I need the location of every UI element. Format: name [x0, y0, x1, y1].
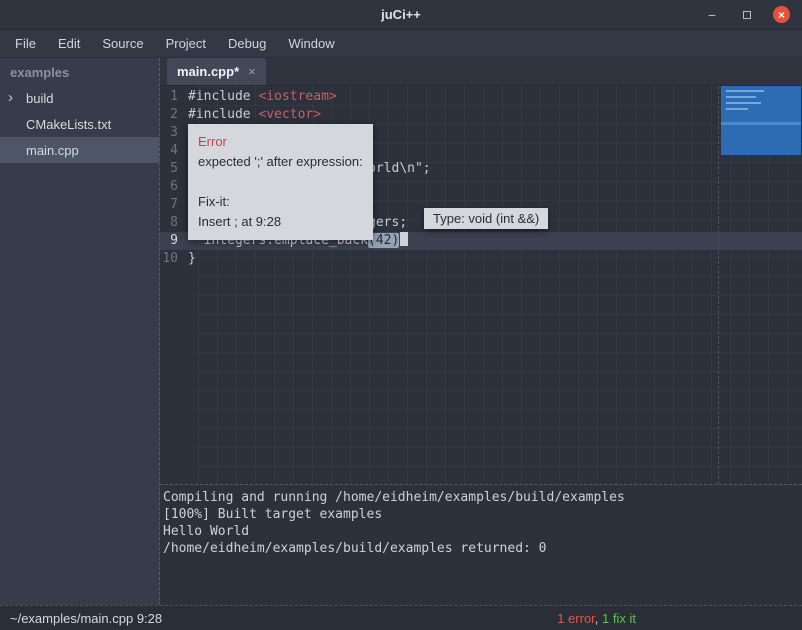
type-tooltip: Type: void (int &&)	[424, 208, 548, 229]
overview-map-band	[721, 122, 801, 125]
code-line-1[interactable]: 1#include <iostream>	[160, 88, 802, 106]
tree-item-label: build	[26, 91, 53, 106]
line-number: 6	[160, 178, 186, 196]
overview-map-line	[726, 90, 764, 92]
line-number: 1	[160, 88, 186, 106]
line-number: 10	[160, 250, 186, 268]
menu-edit[interactable]: Edit	[47, 31, 91, 56]
error-title: Error	[198, 132, 363, 152]
menu-debug[interactable]: Debug	[217, 31, 277, 56]
terminal-line: /home/eidheim/examples/build/examples re…	[163, 540, 802, 557]
overview-map[interactable]	[721, 86, 801, 155]
status-bar: ~/examples/main.cpp 9:28 1 error, 1 fix …	[0, 605, 802, 630]
chevron-right-icon: ›	[8, 91, 22, 105]
terminal-output[interactable]: Compiling and running /home/eidheim/exam…	[160, 484, 802, 605]
maximize-icon	[743, 11, 751, 19]
status-fixit-count: 1 fix it	[602, 611, 636, 626]
line-number: 4	[160, 142, 186, 160]
status-separator: ,	[595, 611, 602, 626]
line-number: 3	[160, 124, 186, 142]
tab-main-cpp[interactable]: main.cpp* ×	[167, 58, 266, 85]
right-margin-line	[718, 86, 719, 484]
menu-project[interactable]: Project	[155, 31, 217, 56]
line-number: 7	[160, 196, 186, 214]
code-text: #include <vector>	[186, 106, 321, 124]
text-cursor	[400, 232, 408, 246]
menu-source[interactable]: Source	[91, 31, 154, 56]
status-error-count: 1 error	[557, 611, 595, 626]
tab-close-icon[interactable]: ×	[248, 64, 256, 79]
tree-item-label: main.cpp	[26, 143, 79, 158]
overview-map-line	[726, 102, 761, 104]
overview-map-line	[726, 108, 748, 110]
line-number: 5	[160, 160, 186, 178]
code-line-2[interactable]: 2#include <vector>	[160, 106, 802, 124]
diagnostic-tooltip: Error expected ';' after expression: Fix…	[188, 124, 373, 240]
code-text: }	[186, 250, 196, 268]
terminal-line: Compiling and running /home/eidheim/exam…	[163, 489, 802, 506]
code-editor[interactable]: 1#include <iostream>2#include <vector>34…	[160, 86, 802, 484]
maximize-button[interactable]	[738, 6, 756, 24]
body-panes: examples › build CMakeLists.txt main.cpp ma…	[0, 58, 802, 605]
project-name-header: examples	[0, 58, 159, 85]
fixit-label: Fix-it:	[198, 192, 363, 212]
status-diagnostics: 1 error, 1 fix it	[557, 611, 636, 626]
tab-label: main.cpp*	[177, 64, 239, 79]
tree-item-cmakelists-txt[interactable]: CMakeLists.txt	[0, 111, 159, 137]
file-tree: › build CMakeLists.txt main.cpp	[0, 85, 159, 163]
overview-map-line	[726, 96, 756, 98]
line-number: 8	[160, 214, 186, 232]
minimize-icon: −	[708, 7, 716, 23]
close-button[interactable]: ×	[773, 6, 790, 23]
tree-item-label: CMakeLists.txt	[26, 117, 111, 132]
menu-file[interactable]: File	[4, 31, 47, 56]
main-pane: main.cpp* × 1#include <iostream>2#includ…	[160, 58, 802, 605]
juci-window: juCi++ − × FileEditSourceProjectDebugWin…	[0, 0, 802, 630]
terminal-line: [100%] Built target examples	[163, 506, 802, 523]
line-number: 2	[160, 106, 186, 124]
minimize-button[interactable]: −	[703, 6, 721, 24]
menu-window[interactable]: Window	[277, 31, 345, 56]
status-file-position: ~/examples/main.cpp 9:28	[10, 611, 162, 626]
line-number: 9	[160, 232, 186, 250]
tree-item-main-cpp[interactable]: main.cpp	[0, 137, 159, 163]
error-message: expected ';' after expression:	[198, 152, 363, 172]
close-icon: ×	[778, 8, 785, 22]
code-line-10[interactable]: 10}	[160, 250, 802, 268]
tooltip-spacer	[198, 172, 363, 192]
window-title: juCi++	[0, 7, 802, 22]
menu-bar: FileEditSourceProjectDebugWindow	[0, 30, 802, 58]
code-text: #include <iostream>	[186, 88, 337, 106]
fixit-text: Insert ; at 9:28	[198, 212, 363, 232]
tab-bar: main.cpp* ×	[160, 58, 802, 86]
file-browser-sidebar: examples › build CMakeLists.txt main.cpp	[0, 58, 160, 605]
tree-item-build[interactable]: › build	[0, 85, 159, 111]
titlebar: juCi++ − ×	[0, 0, 802, 30]
terminal-line: Hello World	[163, 523, 802, 540]
window-controls: − ×	[703, 6, 802, 24]
